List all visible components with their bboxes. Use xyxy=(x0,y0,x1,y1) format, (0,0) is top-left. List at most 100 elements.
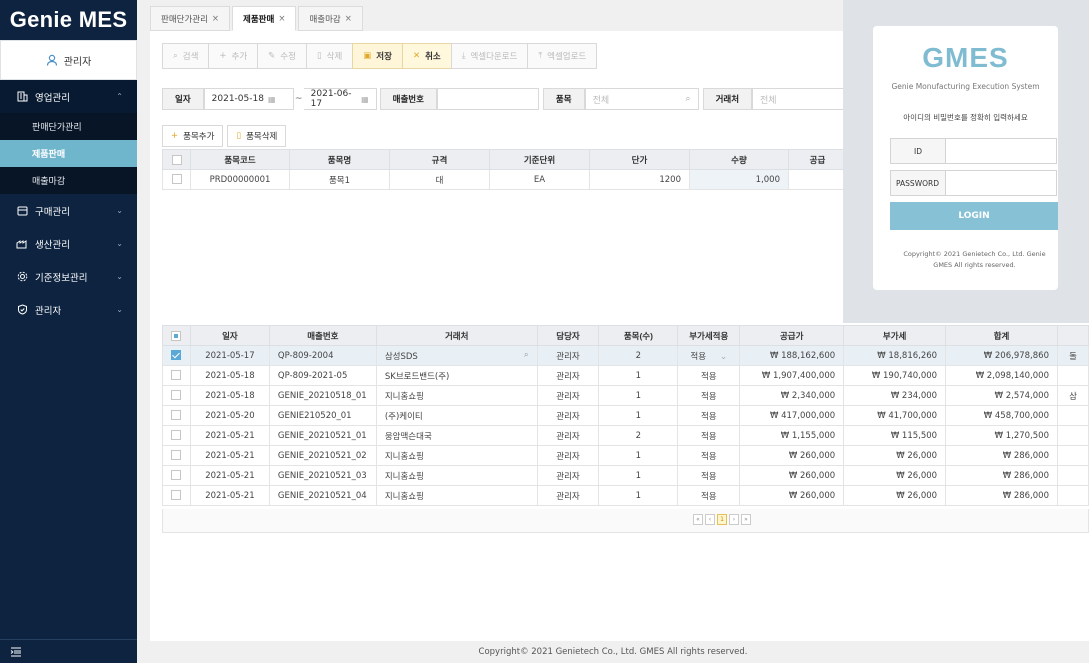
cell-manager[interactable]: 관리자 xyxy=(536,425,600,446)
cell-total[interactable]: ₩ 206,978,860 xyxy=(945,345,1058,366)
cell-extra[interactable] xyxy=(1056,425,1089,446)
column-header[interactable]: 일자 xyxy=(189,325,270,346)
cell-date[interactable]: 2021-05-17 xyxy=(189,345,270,366)
cell-partner[interactable]: 지니홈쇼핑 xyxy=(375,385,538,406)
cell-extra[interactable] xyxy=(1056,365,1089,386)
cell-extra[interactable]: 돌 xyxy=(1056,345,1089,366)
cell-tax[interactable]: ₩ 115,500 xyxy=(843,425,947,446)
cell-sales-no[interactable]: GENIE_20210518_01 xyxy=(268,385,377,406)
cell-extra[interactable] xyxy=(1056,465,1089,486)
column-header[interactable]: 공급가 xyxy=(739,325,845,346)
cell-date[interactable]: 2021-05-18 xyxy=(189,365,270,386)
cell-tax[interactable]: ₩ 41,700,000 xyxy=(843,405,947,426)
cell-date[interactable]: 2021-05-21 xyxy=(189,445,270,466)
cell-vat[interactable]: 적용 ⌄ xyxy=(677,345,741,366)
cell-total[interactable]: ₩ 458,700,000 xyxy=(945,405,1058,426)
cell-supply[interactable] xyxy=(788,169,847,190)
password-input[interactable] xyxy=(946,170,1057,196)
cell-vat[interactable]: 적용 xyxy=(677,385,741,406)
tab-closing[interactable]: 매출마감 × xyxy=(298,6,363,31)
date-from-field[interactable]: 2021-05-18 ▦ xyxy=(203,88,294,110)
cell-manager[interactable]: 관리자 xyxy=(536,465,600,486)
cell-count[interactable]: 1 xyxy=(598,485,679,506)
prev-page-button[interactable]: ‹ xyxy=(705,514,715,525)
cell-total[interactable]: ₩ 286,000 xyxy=(945,445,1058,466)
column-header[interactable]: 단가 xyxy=(589,149,690,170)
delete-item-button[interactable]: ▯ 품목삭제 xyxy=(227,125,287,147)
tab-product-sales[interactable]: 제품판매 × xyxy=(232,6,297,31)
excel-download-button[interactable]: ⤓ 엑셀다운로드 xyxy=(450,43,529,69)
cell-manager[interactable]: 관리자 xyxy=(536,485,600,506)
column-header[interactable]: 품목명 xyxy=(289,149,390,170)
next-page-button[interactable]: › xyxy=(729,514,739,525)
cell-extra[interactable] xyxy=(1056,405,1089,426)
cell-manager[interactable]: 관리자 xyxy=(536,365,600,386)
table-row[interactable]: PRD00000001 품목1 대 EA 1200 1,000 xyxy=(162,169,847,190)
add-button[interactable]: + 추가 xyxy=(208,43,259,69)
first-page-button[interactable]: « xyxy=(693,514,703,525)
close-icon[interactable]: × xyxy=(345,14,352,24)
cell-total[interactable]: ₩ 286,000 xyxy=(945,465,1058,486)
user-box[interactable]: 관리자 xyxy=(0,40,137,80)
delete-button[interactable]: ▯ 삭제 xyxy=(305,43,354,69)
cell-total[interactable]: ₩ 1,270,500 xyxy=(945,425,1058,446)
cell-count[interactable]: 1 xyxy=(598,445,679,466)
cell-date[interactable]: 2021-05-20 xyxy=(189,405,270,426)
date-to-field[interactable]: 2021-06-17 ▦ xyxy=(303,88,377,110)
cell-total[interactable]: ₩ 2,098,140,000 xyxy=(945,365,1058,386)
cell-partner[interactable]: (주)케이티 xyxy=(375,405,538,426)
cell-price[interactable]: 1200 xyxy=(589,169,690,190)
cell-manager[interactable]: 관리자 xyxy=(536,405,600,426)
cell-partner[interactable]: 삼성SDS ⌕ xyxy=(375,345,538,366)
search-icon[interactable]: ⌕ xyxy=(686,94,691,104)
column-header[interactable]: 품목코드 xyxy=(190,149,290,170)
column-header[interactable]: 부가세 xyxy=(843,325,947,346)
table-row[interactable]: 2021-05-18 QP-809-2021-05 SK브로드밴드(주) 관리자… xyxy=(162,365,1089,386)
cell-count[interactable]: 1 xyxy=(598,465,679,486)
cell-tax[interactable]: ₩ 26,000 xyxy=(843,445,947,466)
cell-sales-no[interactable]: GENIE_20210521_01 xyxy=(268,425,377,446)
cell-unit[interactable]: EA xyxy=(489,169,590,190)
cell-vat[interactable]: 적용 xyxy=(677,425,741,446)
cell-supply[interactable]: ₩ 417,000,000 xyxy=(739,405,845,426)
table-row[interactable]: 2021-05-21 GENIE_20210521_01 웅암맥슨대국 관리자 … xyxy=(162,425,1089,446)
cell-manager[interactable]: 관리자 xyxy=(536,445,600,466)
sidebar-item-purchase[interactable]: 구매관리 ⌄ xyxy=(0,194,137,227)
cell-vat[interactable]: 적용 xyxy=(677,485,741,506)
cell-sales-no[interactable]: QP-809-2004 xyxy=(268,345,377,366)
column-header[interactable]: 품목(수) xyxy=(598,325,679,346)
save-button[interactable]: ▣ 저장 xyxy=(352,43,403,69)
cell-qty[interactable]: 1,000 xyxy=(689,169,789,190)
excel-upload-button[interactable]: ⤒ 엑셀업로드 xyxy=(527,43,598,69)
cell-code[interactable]: PRD00000001 xyxy=(190,169,290,190)
table-row[interactable]: 2021-05-18 GENIE_20210518_01 지니홈쇼핑 관리자 1… xyxy=(162,385,1089,406)
cell-sales-no[interactable]: GENIE210520_01 xyxy=(268,405,377,426)
cell-total[interactable]: ₩ 286,000 xyxy=(945,485,1058,506)
sidebar-subitem-price[interactable]: 판매단가관리 xyxy=(0,113,137,140)
cell-extra[interactable]: 삼 xyxy=(1056,385,1089,406)
cell-tax[interactable]: ₩ 26,000 xyxy=(843,465,947,486)
cell-date[interactable]: 2021-05-21 xyxy=(189,465,270,486)
cancel-button[interactable]: ✕ 취소 xyxy=(401,43,452,69)
column-header[interactable]: 부가세적용 xyxy=(677,325,741,346)
cell-count[interactable]: 2 xyxy=(598,345,679,366)
sidebar-subitem-closing[interactable]: 매출마감 xyxy=(0,167,137,194)
row-checkbox[interactable] xyxy=(162,465,191,486)
row-checkbox[interactable] xyxy=(162,385,191,406)
item-search-input[interactable]: 전체 ⌕ xyxy=(584,88,699,110)
cell-total[interactable]: ₩ 2,574,000 xyxy=(945,385,1058,406)
column-header[interactable]: 수량 xyxy=(689,149,789,170)
cell-supply[interactable]: ₩ 260,000 xyxy=(739,465,845,486)
sales-no-input[interactable] xyxy=(436,88,539,110)
cell-supply[interactable]: ₩ 260,000 xyxy=(739,485,845,506)
sidebar-item-admin[interactable]: 관리자 ⌄ xyxy=(0,293,137,326)
row-checkbox[interactable] xyxy=(162,365,191,386)
tab-price[interactable]: 판매단가관리 × xyxy=(150,6,231,31)
close-icon[interactable]: × xyxy=(212,14,219,24)
login-button[interactable]: LOGIN xyxy=(890,202,1058,230)
select-all-checkbox[interactable] xyxy=(162,325,191,346)
cell-manager[interactable]: 관리자 xyxy=(536,345,600,366)
row-checkbox[interactable] xyxy=(162,405,191,426)
cell-vat[interactable]: 적용 xyxy=(677,445,741,466)
column-header[interactable]: 담당자 xyxy=(536,325,600,346)
